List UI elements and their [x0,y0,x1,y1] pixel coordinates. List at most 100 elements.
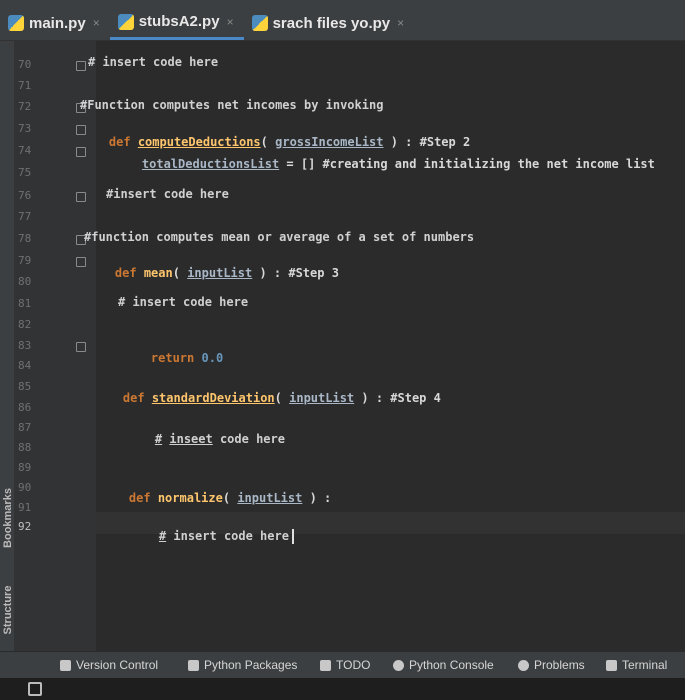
line-number: 76 [18,189,32,202]
close-tab-icon[interactable]: × [93,16,100,30]
code-tail: ) : [302,491,332,505]
tab-label: stubsA2.py [138,13,220,30]
line-number: 70 [18,58,32,71]
editor-tab-bar: main.py × stubsA2.py × srach files yo.py… [0,0,685,41]
paren: ( [274,391,282,405]
line-number-current: 92 [18,520,32,533]
line-number: 90 [18,481,32,494]
python-file-icon [117,13,134,30]
code-line-92: # insert code here [130,515,294,558]
warning-icon [518,659,529,671]
left-tool-strip: Bookmarks Structure [0,41,14,651]
structure-tool-button[interactable]: Structure [1,560,15,660]
problems-button[interactable]: Problems [518,658,585,672]
fold-icon[interactable] [76,342,86,352]
code-tail: ) : #Step 4 [354,391,441,405]
line-number: 82 [18,318,32,331]
parameter: inputList [237,491,303,505]
line-number: 81 [18,297,32,310]
parameter: inputList [289,391,355,405]
line-number: 87 [18,421,32,434]
line-number: 75 [18,166,32,179]
tab-main-py[interactable]: main.py × [0,6,110,40]
fold-icon[interactable] [76,257,86,267]
code-line-76: #insert code here [106,187,229,201]
bookmarks-tool-button[interactable]: Bookmarks [1,468,15,568]
branch-icon [60,659,71,671]
line-number: 88 [18,441,32,454]
tab-stubsa2-py[interactable]: stubsA2.py × [109,6,244,40]
python-file-icon [8,15,24,31]
comment-hash: # [154,432,163,446]
line-number: 84 [18,359,32,372]
code-line-78: #function computes mean or average of a … [84,230,475,244]
code-line-90: def normalize( inputList ) : [100,477,331,519]
layers-icon [188,659,199,671]
line-number: 72 [18,100,32,113]
tab-srach-files-yo-py[interactable]: srach files yo.py × [244,6,415,40]
number-literal: 0.0 [201,351,224,365]
keyword: def [114,266,137,280]
problems-label: Problems [534,658,585,672]
line-number: 79 [18,254,32,267]
close-tab-icon[interactable]: × [227,15,234,29]
code-line-72: #Function computes net incomes by invoki… [80,98,384,112]
version-control-button[interactable]: Version Control [60,658,158,672]
tool-window-bar: Version Control Python Packages TODO Pyt… [0,651,685,679]
python-packages-button[interactable]: Python Packages [188,658,297,672]
terminal-label: Terminal [622,658,668,672]
comment-tail: insert code here [166,529,289,543]
code-line-87: # inseet code here [126,418,285,460]
keyword: return [150,351,195,365]
terminal-icon [606,659,617,671]
line-number: 74 [18,144,32,157]
version-control-label: Version Control [76,658,159,672]
line-number: 80 [18,275,32,288]
code-tail: ) : #Step 3 [252,266,339,280]
code-line-70: # insert code here [88,55,219,69]
code-line-79: def mean( inputList ) : #Step 3 [86,252,339,294]
code-tail: = [] #creating and initializing the net … [279,157,655,171]
line-number: 73 [18,122,32,135]
todo-label: TODO [336,658,371,672]
line-number: 91 [18,501,32,514]
line-number: 85 [18,380,32,393]
tab-label: srach files yo.py [272,14,391,32]
comment-typo: inseet [169,432,213,446]
list-icon [320,659,331,671]
python-console-label: Python Console [409,658,494,672]
variable: totalDeductionsList [141,157,280,171]
function-name: standardDeviation [151,391,275,405]
python-console-button[interactable]: Python Console [393,658,494,672]
text-caret [291,529,294,544]
function-name: mean [143,266,173,280]
line-number: 71 [18,79,32,92]
code-line-81: # insert code here [118,295,249,309]
toggle-tool-windows-icon[interactable] [28,682,42,696]
python-file-icon [251,15,268,31]
line-number: 89 [18,461,32,474]
python-console-icon [393,659,404,671]
code-line-74: totalDeductionsList = [] #creating and i… [113,143,655,185]
tab-label: main.py [29,14,86,32]
code-editor[interactable]: # insert code here #Function computes ne… [80,41,685,651]
paren: ( [172,266,180,280]
fold-icon[interactable] [76,61,86,71]
code-line-83: return 0.0 [122,337,223,379]
terminal-button[interactable]: Terminal [606,658,667,672]
line-number: 78 [18,232,32,245]
line-number: 77 [18,210,32,223]
paren: ( [222,491,231,505]
fold-icon[interactable] [76,192,86,202]
todo-button[interactable]: TODO [320,658,370,672]
keyword: def [128,491,151,505]
code-line-85: def standardDeviation( inputList ) : #St… [94,377,441,419]
parameter: inputList [187,266,253,280]
comment-tail: code here [212,432,285,446]
keyword: def [122,391,145,405]
close-tab-icon[interactable]: × [397,16,404,30]
python-packages-label: Python Packages [204,658,298,672]
function-name: normalize [157,491,223,505]
line-number: 83 [18,339,32,352]
bottom-strip [0,678,685,700]
